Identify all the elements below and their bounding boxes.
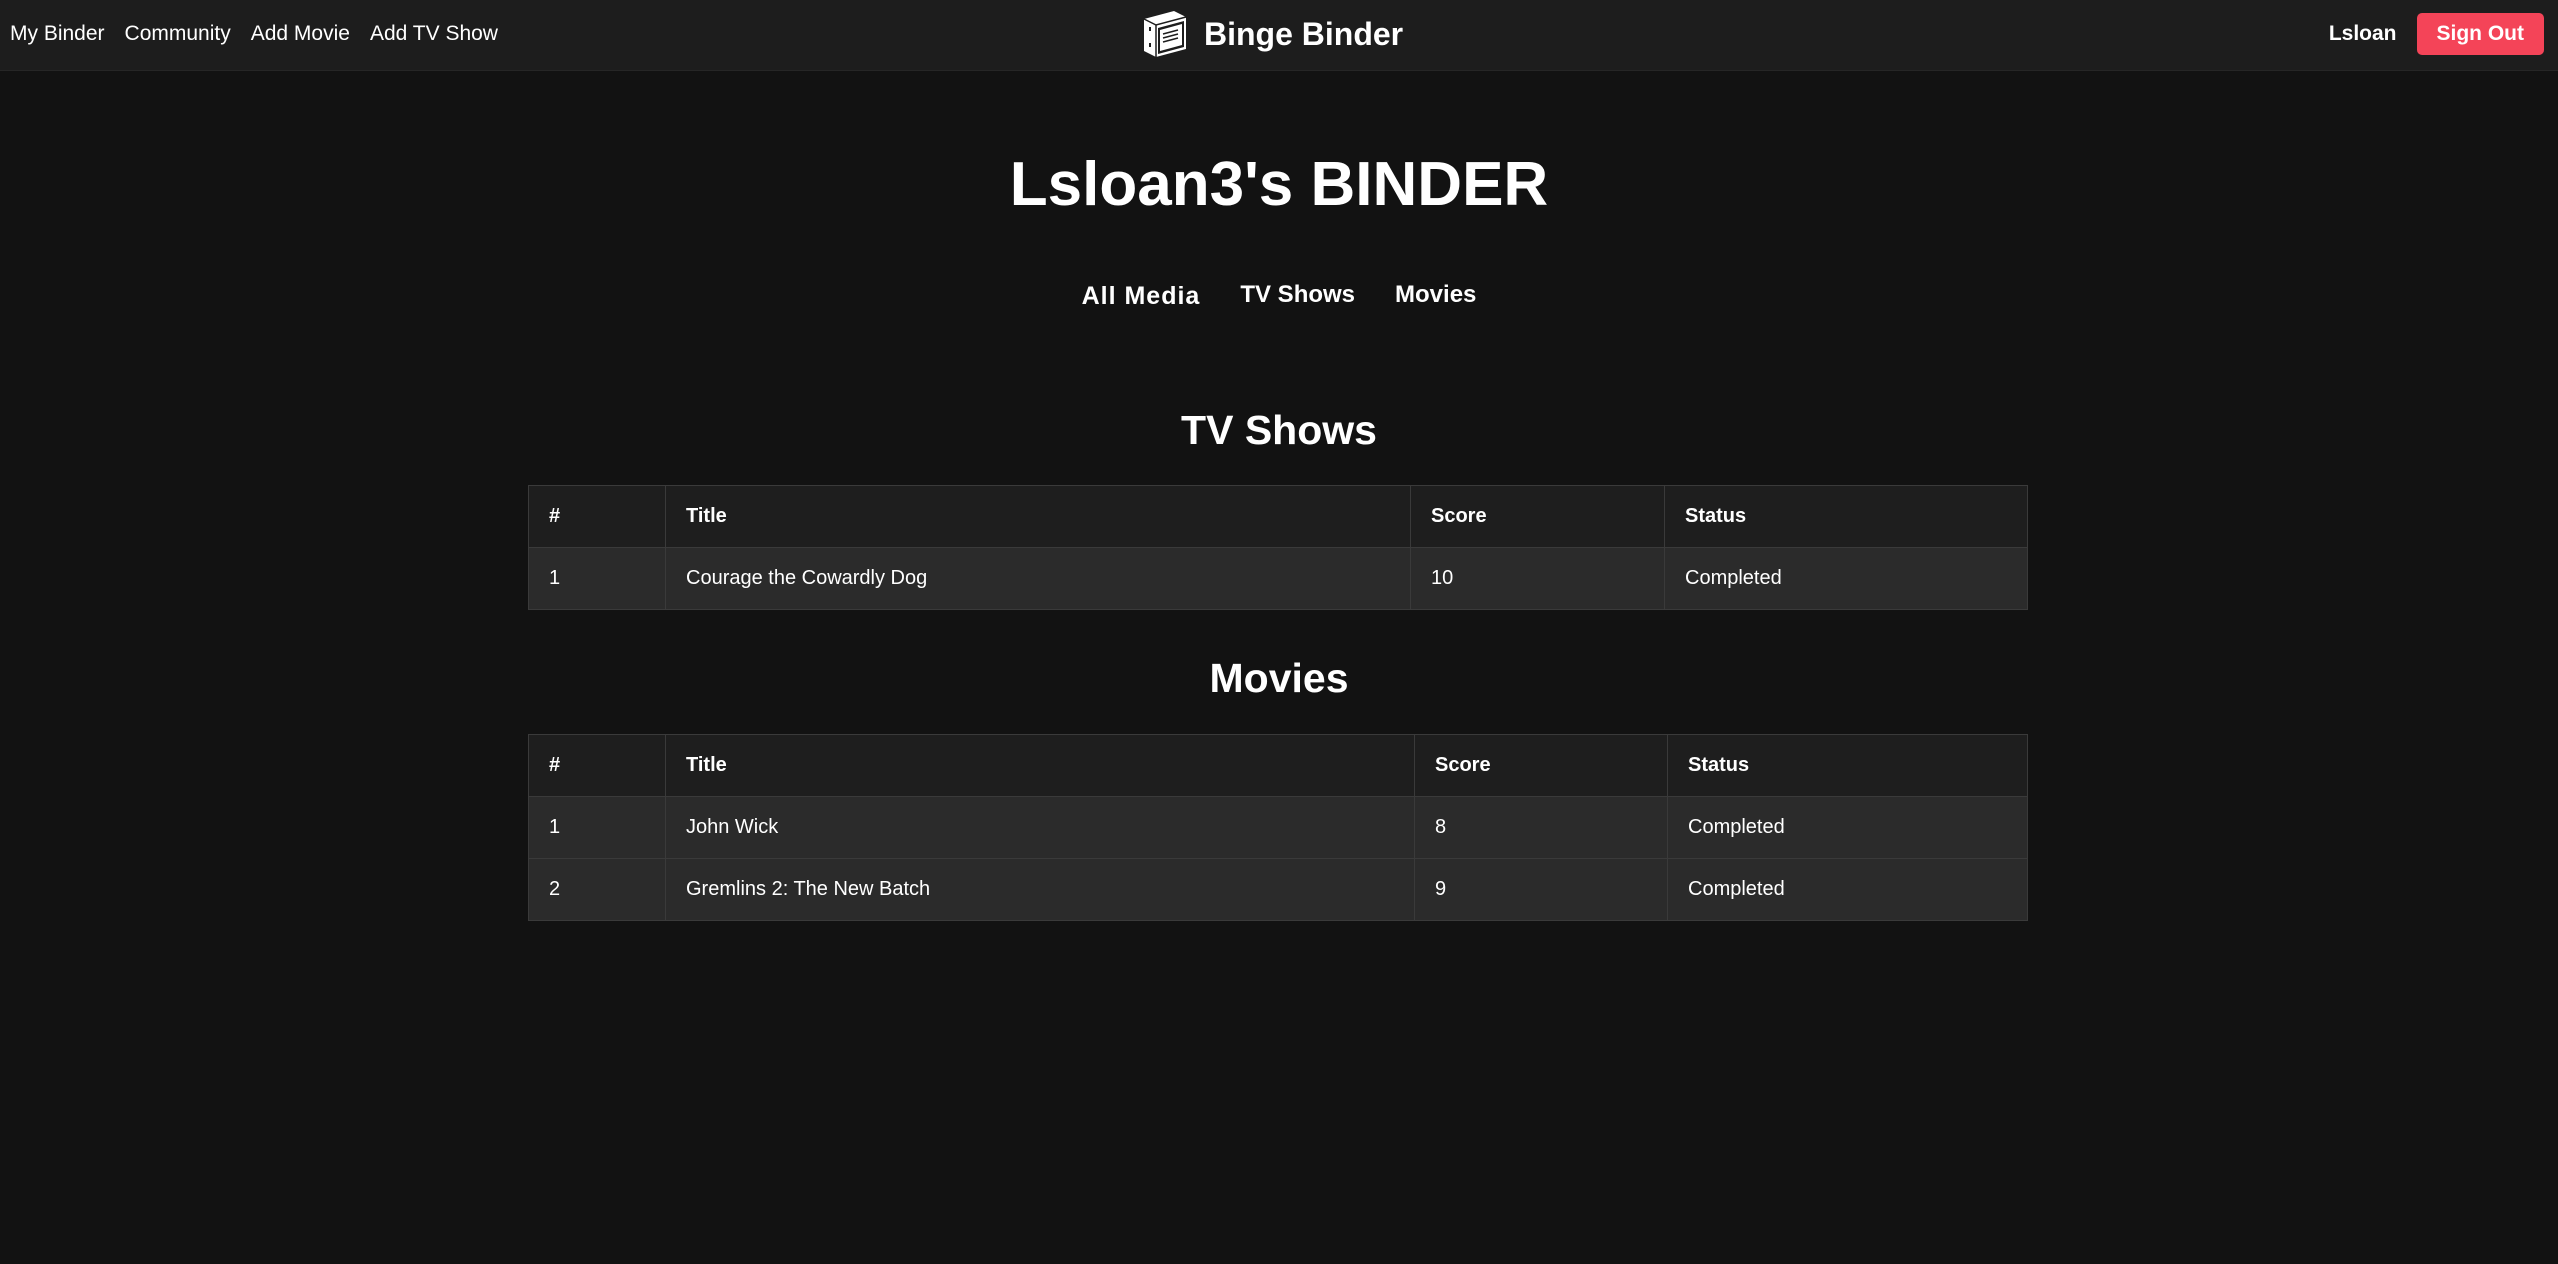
nav-link-add-tv-show[interactable]: Add TV Show bbox=[370, 22, 498, 46]
tab-movies[interactable]: Movies bbox=[1395, 281, 1476, 309]
nav-links: My Binder Community Add Movie Add TV Sho… bbox=[10, 0, 518, 68]
row-status: Completed bbox=[1667, 858, 2028, 921]
row-number: 2 bbox=[528, 858, 666, 921]
row-score: 8 bbox=[1414, 796, 1668, 859]
tv-shows-heading: TV Shows bbox=[1181, 407, 1377, 453]
username[interactable]: Lsloan bbox=[2329, 22, 2397, 46]
movies-table: # Title Score Status 1 John Wick 8 Compl… bbox=[528, 734, 2028, 921]
column-header-number[interactable]: # bbox=[528, 734, 666, 797]
tv-shows-table: # Title Score Status 1 Courage the Cowar… bbox=[528, 485, 2028, 610]
column-header-status[interactable]: Status bbox=[1667, 734, 2028, 797]
top-navbar: My Binder Community Add Movie Add TV Sho… bbox=[0, 0, 2558, 71]
table-row[interactable]: 2 Gremlins 2: The New Batch 9 Completed bbox=[528, 858, 2028, 921]
column-header-title[interactable]: Title bbox=[665, 734, 1415, 797]
brand[interactable]: Binge Binder bbox=[1140, 0, 1403, 68]
table-header-row: # Title Score Status bbox=[528, 734, 2028, 797]
binder-icon bbox=[1143, 11, 1187, 57]
tab-all-media[interactable]: All Media bbox=[1082, 282, 1201, 311]
column-header-status[interactable]: Status bbox=[1664, 485, 2028, 548]
column-header-number[interactable]: # bbox=[528, 485, 666, 548]
row-score: 9 bbox=[1414, 858, 1668, 921]
table-row[interactable]: 1 Courage the Cowardly Dog 10 Completed bbox=[528, 547, 2028, 610]
page-title: Lsloan3's BINDER bbox=[1009, 150, 1549, 219]
column-header-title[interactable]: Title bbox=[665, 485, 1411, 548]
nav-link-community[interactable]: Community bbox=[125, 22, 231, 46]
user-area: Lsloan Sign Out bbox=[2329, 0, 2544, 68]
row-number: 1 bbox=[528, 796, 666, 859]
row-status: Completed bbox=[1664, 547, 2028, 610]
row-title[interactable]: Courage the Cowardly Dog bbox=[665, 547, 1411, 610]
row-status: Completed bbox=[1667, 796, 2028, 859]
tab-tv-shows[interactable]: TV Shows bbox=[1240, 281, 1355, 309]
table-row[interactable]: 1 John Wick 8 Completed bbox=[528, 796, 2028, 859]
column-header-score[interactable]: Score bbox=[1414, 734, 1668, 797]
brand-name: Binge Binder bbox=[1204, 15, 1404, 52]
table-header-row: # Title Score Status bbox=[528, 485, 2028, 548]
row-title[interactable]: Gremlins 2: The New Batch bbox=[665, 858, 1415, 921]
row-title[interactable]: John Wick bbox=[665, 796, 1415, 859]
row-score: 10 bbox=[1410, 547, 1665, 610]
nav-link-my-binder[interactable]: My Binder bbox=[10, 22, 105, 46]
nav-link-add-movie[interactable]: Add Movie bbox=[251, 22, 350, 46]
media-filter-tabs: All Media TV Shows Movies bbox=[0, 278, 2558, 311]
sign-out-button[interactable]: Sign Out bbox=[2416, 13, 2544, 55]
column-header-score[interactable]: Score bbox=[1410, 485, 1665, 548]
movies-heading: Movies bbox=[1209, 655, 1349, 701]
row-number: 1 bbox=[528, 547, 666, 610]
